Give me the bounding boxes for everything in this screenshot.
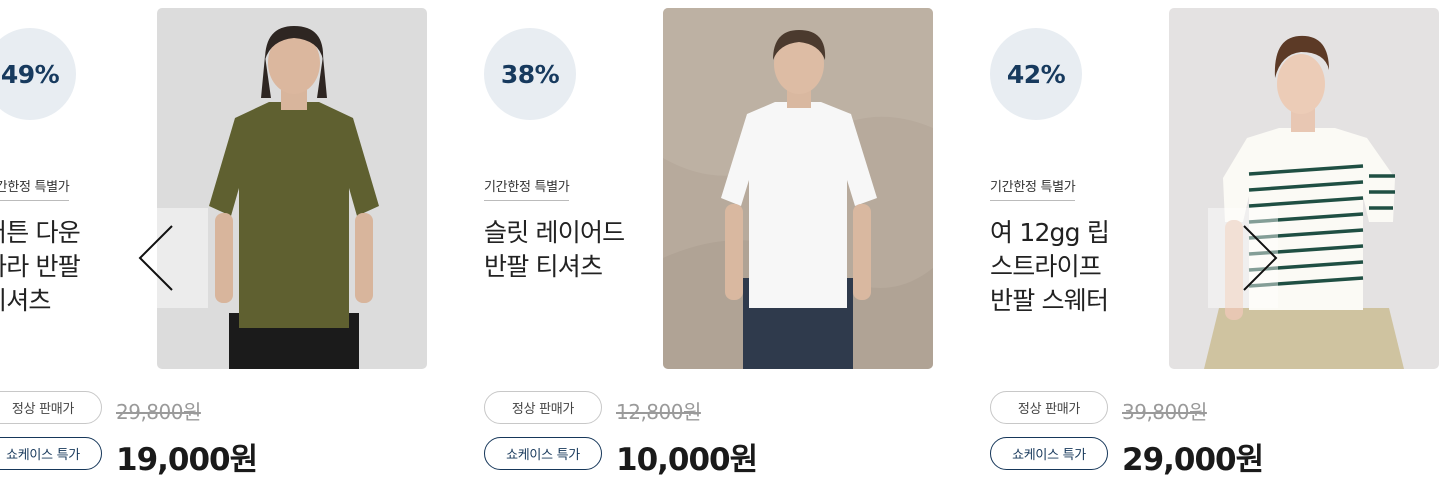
special-price-label: 쇼케이스 특가 xyxy=(0,437,102,470)
product-name-line: 카라 반팔 xyxy=(0,252,81,281)
product-name[interactable]: 여 12gg 립 스트라이프 반팔 스웨터 xyxy=(990,216,1165,318)
product-name-line: 여 12gg 립 xyxy=(990,218,1110,247)
limited-time-tag: 기간한정 특별가 xyxy=(0,176,70,201)
product-image[interactable] xyxy=(1169,8,1439,369)
chevron-right-icon xyxy=(1243,225,1278,291)
discount-badge: 49% xyxy=(0,28,76,120)
chevron-left-icon xyxy=(138,225,173,291)
regular-price-label: 정상 판매가 xyxy=(484,391,602,424)
sale-price: 29,000원 xyxy=(1122,442,1264,478)
product-image[interactable] xyxy=(663,8,933,369)
product-image[interactable] xyxy=(157,8,427,369)
product-name-line: 티셔츠 xyxy=(0,286,51,315)
discount-badge: 42% xyxy=(990,28,1082,120)
limited-time-tag: 기간한정 특별가 xyxy=(484,176,570,201)
product-name-line: 반팔 스웨터 xyxy=(990,286,1109,315)
product-card[interactable]: 38% 기간한정 특별가 슬릿 레이어드 반팔 티셔츠 정상 판매가 12,80… xyxy=(484,0,944,478)
carousel-prev-button[interactable] xyxy=(138,208,208,308)
regular-price: 39,800원 xyxy=(1122,400,1207,424)
regular-price-label: 정상 판매가 xyxy=(990,391,1108,424)
sale-price: 10,000원 xyxy=(616,442,758,478)
product-name-line: 반팔 티셔츠 xyxy=(484,252,603,281)
product-name[interactable]: 슬릿 레이어드 반팔 티셔츠 xyxy=(484,216,659,284)
special-price-label: 쇼케이스 특가 xyxy=(484,437,602,470)
discount-badge: 38% xyxy=(484,28,576,120)
product-name[interactable]: 버튼 다운 카라 반팔 티셔츠 xyxy=(0,216,159,318)
special-price-label: 쇼케이스 특가 xyxy=(990,437,1108,470)
product-name-line: 스트라이프 xyxy=(990,252,1102,281)
carousel-next-button[interactable] xyxy=(1208,208,1278,308)
product-name-line: 슬릿 레이어드 xyxy=(484,218,625,247)
sale-price: 19,000원 xyxy=(116,442,258,478)
regular-price: 12,800원 xyxy=(616,400,701,424)
product-name-line: 버튼 다운 xyxy=(0,218,81,247)
product-card[interactable]: 49% 기간한정 특별가 버튼 다운 카라 반팔 티셔츠 정상 판매가 29,8… xyxy=(0,0,444,478)
regular-price: 29,800원 xyxy=(116,400,201,424)
limited-time-tag: 기간한정 특별가 xyxy=(990,176,1076,201)
regular-price-label: 정상 판매가 xyxy=(0,391,102,424)
